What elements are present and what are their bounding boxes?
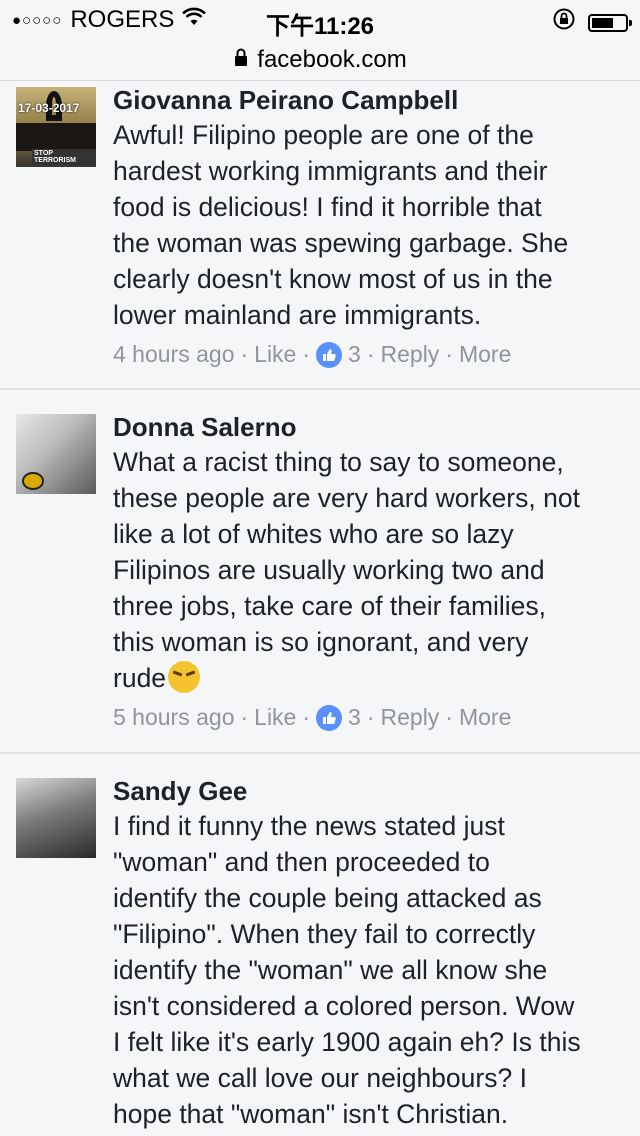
like-count[interactable]: 3 (348, 341, 361, 368)
comment-timestamp: 5 hours ago (113, 704, 235, 730)
comment-list: 17-03-2017 STOP TERRORISM Giovanna Peira… (0, 81, 640, 1132)
avatar[interactable] (16, 778, 96, 858)
avatar-caption: STOP TERRORISM (32, 149, 96, 165)
like-button[interactable]: Like (254, 341, 296, 368)
commenter-name[interactable]: Donna Salerno (113, 410, 624, 444)
rotation-lock-icon (552, 7, 576, 38)
separator: · (366, 341, 375, 367)
emblem-icon (22, 472, 44, 490)
separator: · (240, 341, 249, 367)
status-bar: ●○○○○ ROGERS 下午11:26 (0, 0, 640, 40)
comment: Sandy Gee I find it funny the news state… (0, 754, 640, 1132)
reply-button[interactable]: Reply (381, 704, 440, 731)
commenter-name[interactable]: Giovanna Peirano Campbell (113, 83, 624, 117)
separator: · (240, 704, 249, 730)
more-button[interactable]: More (459, 704, 511, 731)
battery-level (592, 17, 613, 28)
separator: · (445, 704, 453, 730)
comment: 17-03-2017 STOP TERRORISM Giovanna Peira… (0, 81, 640, 390)
battery-icon (588, 13, 632, 32)
unamused-face-emoji (168, 661, 201, 693)
separator: · (366, 704, 375, 730)
thumbs-up-icon[interactable] (316, 704, 343, 731)
avatar-date-text: 17-03-2017 (18, 101, 80, 115)
separator: · (302, 704, 311, 730)
url-bar[interactable]: facebook.com (0, 40, 640, 81)
url-domain: facebook.com (257, 46, 407, 73)
like-count[interactable]: 3 (348, 704, 361, 731)
comment: Donna Salerno What a racist thing to say… (0, 390, 640, 754)
avatar[interactable]: 17-03-2017 STOP TERRORISM (16, 87, 96, 167)
comment-text: Awful! Filipino people are one of the ha… (113, 120, 569, 330)
like-button[interactable]: Like (254, 704, 296, 731)
comment-text-content: What a racist thing to say to someone, t… (113, 447, 580, 693)
clock: 下午11:26 (265, 13, 375, 40)
more-button[interactable]: More (459, 341, 511, 368)
avatar[interactable] (16, 414, 96, 494)
skyline-graphic (16, 123, 96, 151)
comment-meta: 4 hours ago · Like · 3 · Reply · More (113, 341, 624, 368)
reply-button[interactable]: Reply (381, 341, 440, 368)
comment-timestamp: 4 hours ago (113, 341, 235, 367)
comment-meta: 5 hours ago · Like · 3 · Reply · More (113, 704, 624, 731)
separator: · (445, 341, 453, 367)
commenter-name[interactable]: Sandy Gee (113, 774, 624, 808)
thumbs-up-icon[interactable] (316, 341, 343, 368)
separator: · (302, 341, 311, 367)
lock-icon (233, 46, 249, 74)
comment-text: I find it funny the news stated just "wo… (113, 811, 581, 1129)
comment-text: What a racist thing to say to someone, t… (113, 444, 624, 696)
